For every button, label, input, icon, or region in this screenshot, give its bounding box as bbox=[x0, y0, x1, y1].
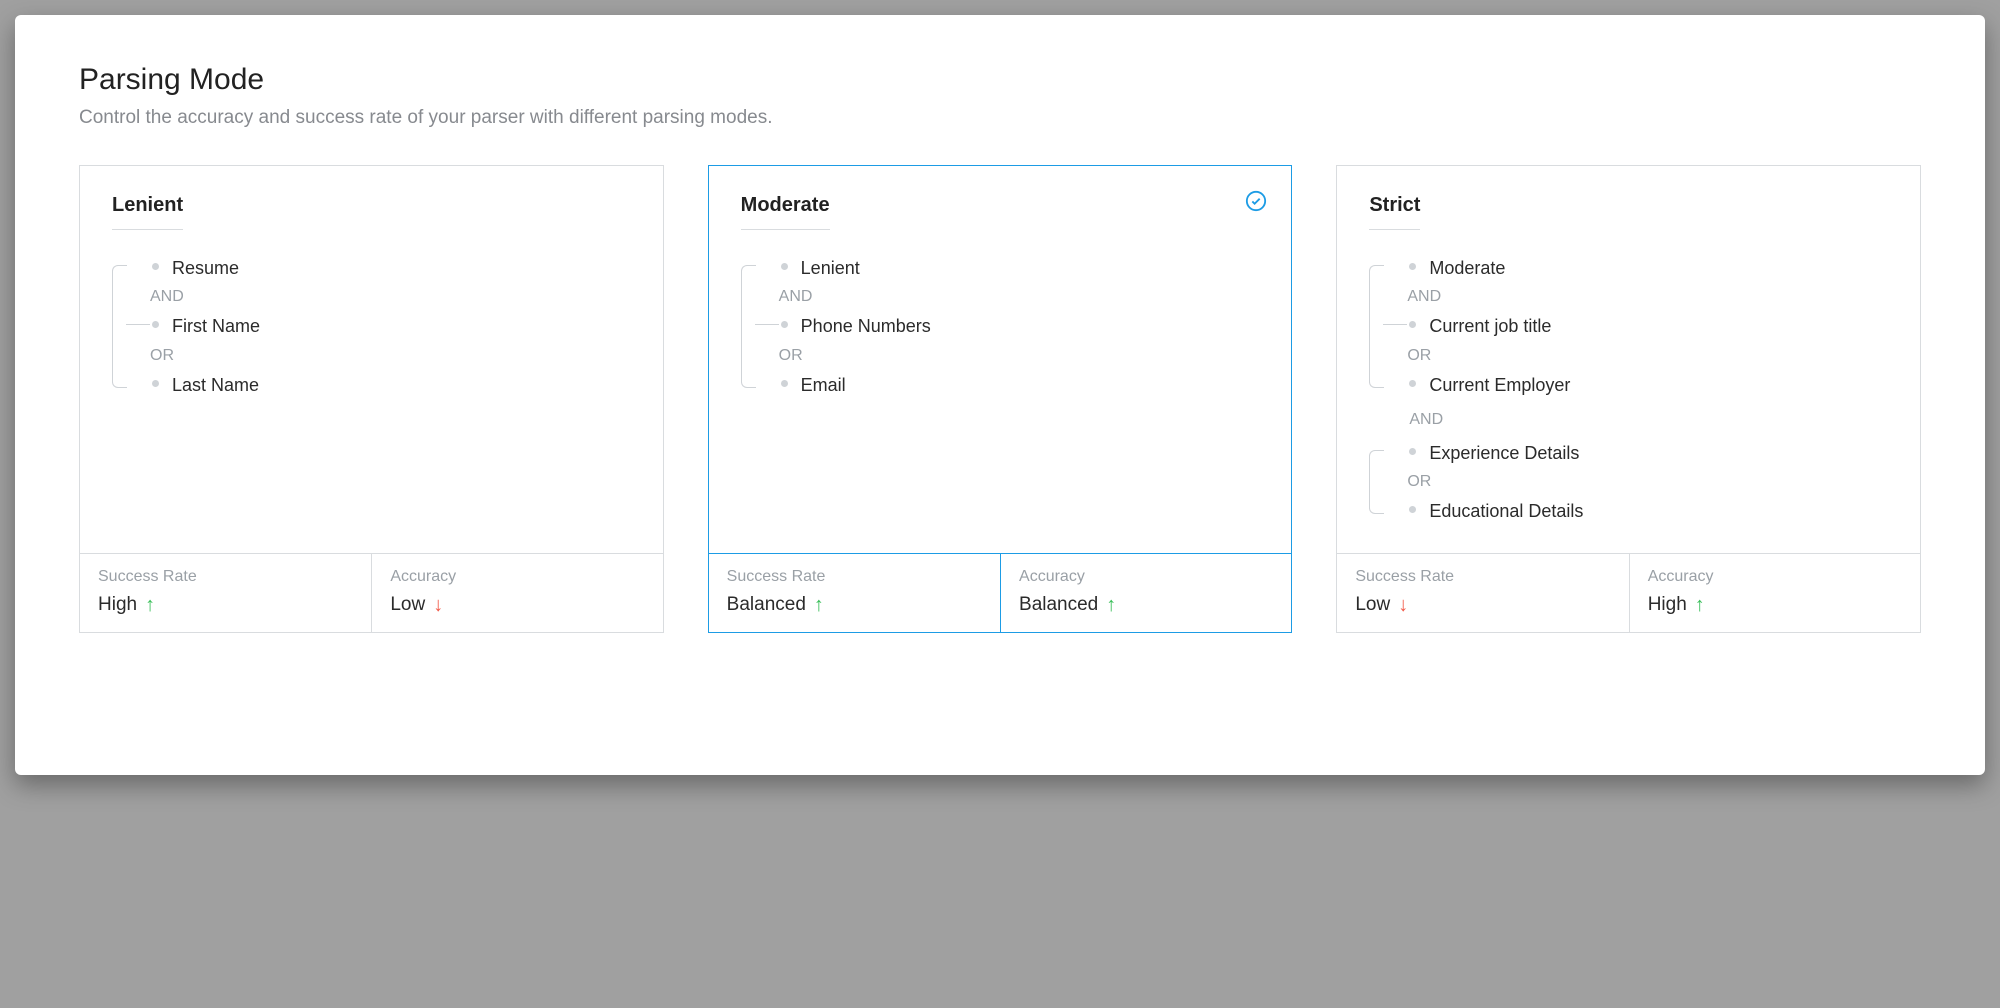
rule-leaf: Lenient bbox=[777, 254, 1260, 282]
rule-tree: Resume AND First Name OR Last Name bbox=[112, 254, 631, 399]
mode-cards: Lenient Resume AND First Name OR Last Na… bbox=[79, 165, 1921, 633]
metric-accuracy: Accuracy Low ↓ bbox=[371, 554, 662, 632]
metric-label: Success Rate bbox=[727, 568, 982, 586]
arrow-down-icon: ↓ bbox=[433, 595, 443, 615]
mode-card-strict[interactable]: Strict Moderate AND Current job title OR… bbox=[1336, 165, 1921, 633]
check-circle-icon bbox=[1245, 190, 1267, 212]
rule-tree: Moderate AND Current job title OR Curren… bbox=[1369, 254, 1888, 525]
rule-group: Moderate AND Current job title OR Curren… bbox=[1369, 254, 1888, 399]
metric-value: Low ↓ bbox=[390, 594, 644, 616]
rule-leaf: Current job title bbox=[1405, 312, 1888, 340]
rule-op-and: AND bbox=[1369, 407, 1888, 439]
metric-accuracy: Accuracy High ↑ bbox=[1629, 554, 1920, 632]
card-footer: Success Rate Low ↓ Accuracy High ↑ bbox=[1337, 553, 1920, 632]
card-title: Moderate bbox=[741, 194, 830, 230]
rule-op-or: OR bbox=[148, 341, 631, 371]
card-footer: Success Rate High ↑ Accuracy Low ↓ bbox=[80, 553, 663, 632]
metric-success: Success Rate Balanced ↑ bbox=[709, 554, 1000, 632]
page-title: Parsing Mode bbox=[79, 63, 1921, 97]
mode-card-moderate[interactable]: Moderate Lenient AND Phone Numbers OR Em… bbox=[708, 165, 1293, 633]
arrow-up-icon: ↑ bbox=[145, 595, 155, 615]
rule-group: Lenient AND Phone Numbers OR Email bbox=[741, 254, 1260, 399]
metric-label: Success Rate bbox=[1355, 568, 1610, 586]
rule-op-and: AND bbox=[777, 282, 1260, 312]
rule-op-and: AND bbox=[1405, 282, 1888, 312]
metric-label: Accuracy bbox=[390, 568, 644, 586]
metric-success: Success Rate Low ↓ bbox=[1337, 554, 1628, 632]
metric-label: Success Rate bbox=[98, 568, 353, 586]
rule-leaf: Moderate bbox=[1405, 254, 1888, 282]
metric-success: Success Rate High ↑ bbox=[80, 554, 371, 632]
rule-leaf: First Name bbox=[148, 312, 631, 340]
rule-op-or: OR bbox=[1405, 341, 1888, 371]
rule-leaf: Last Name bbox=[148, 371, 631, 399]
metric-value: Low ↓ bbox=[1355, 594, 1610, 616]
rule-leaf: Resume bbox=[148, 254, 631, 282]
rule-op-or: OR bbox=[777, 341, 1260, 371]
metric-value: Balanced ↑ bbox=[727, 594, 982, 616]
rule-leaf: Experience Details bbox=[1405, 439, 1888, 467]
metric-label: Accuracy bbox=[1019, 568, 1273, 586]
metric-label: Accuracy bbox=[1648, 568, 1902, 586]
card-footer: Success Rate Balanced ↑ Accuracy Balance… bbox=[709, 553, 1292, 632]
arrow-up-icon: ↑ bbox=[1106, 595, 1116, 615]
card-title: Strict bbox=[1369, 194, 1420, 230]
rule-leaf: Email bbox=[777, 371, 1260, 399]
parsing-mode-panel: Parsing Mode Control the accuracy and su… bbox=[15, 15, 1985, 775]
metric-accuracy: Accuracy Balanced ↑ bbox=[1000, 554, 1291, 632]
arrow-down-icon: ↓ bbox=[1398, 595, 1408, 615]
card-title: Lenient bbox=[112, 194, 183, 230]
rule-tree: Lenient AND Phone Numbers OR Email bbox=[741, 254, 1260, 399]
rule-group: Resume AND First Name OR Last Name bbox=[112, 254, 631, 399]
metric-value: Balanced ↑ bbox=[1019, 594, 1273, 616]
rule-leaf: Educational Details bbox=[1405, 497, 1888, 525]
rule-group: Experience Details OR Educational Detail… bbox=[1369, 439, 1888, 526]
metric-value: High ↑ bbox=[1648, 594, 1902, 616]
rule-leaf: Phone Numbers bbox=[777, 312, 1260, 340]
page-subtitle: Control the accuracy and success rate of… bbox=[79, 107, 1921, 129]
arrow-up-icon: ↑ bbox=[814, 595, 824, 615]
rule-leaf: Current Employer bbox=[1405, 371, 1888, 399]
rule-op-or: OR bbox=[1405, 467, 1888, 497]
rule-op-and: AND bbox=[148, 282, 631, 312]
arrow-up-icon: ↑ bbox=[1695, 595, 1705, 615]
mode-card-lenient[interactable]: Lenient Resume AND First Name OR Last Na… bbox=[79, 165, 664, 633]
metric-value: High ↑ bbox=[98, 594, 353, 616]
